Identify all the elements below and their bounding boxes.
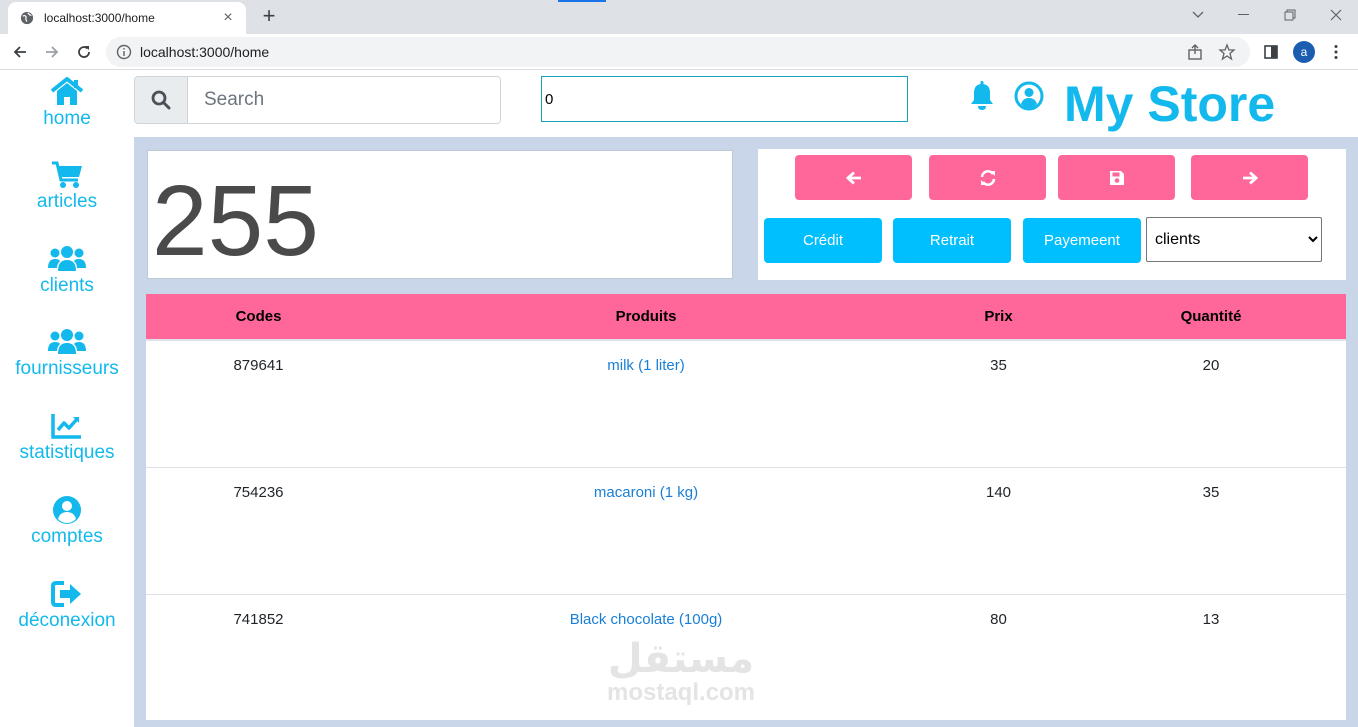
total-display: 255: [147, 150, 733, 279]
sidebar-label: clients: [40, 275, 94, 296]
forward-button[interactable]: [40, 40, 64, 64]
tabstrip-indicator: [558, 0, 606, 2]
sign-out-icon: [51, 581, 81, 607]
globe-icon: [20, 11, 34, 25]
user-circle-icon[interactable]: [1014, 81, 1044, 111]
bookmark-star-icon[interactable]: [1218, 43, 1236, 61]
reload-button[interactable]: [72, 40, 96, 64]
table-row[interactable]: 879641 milk (1 liter) 35 20: [146, 339, 1346, 467]
arrow-right-icon: [1242, 170, 1258, 185]
sidebar-item-clients[interactable]: clients: [0, 244, 134, 297]
payement-button[interactable]: Payemeent: [1023, 218, 1141, 263]
sidebar-label: home: [43, 108, 91, 129]
browser-tabstrip: localhost:3000/home × +: [0, 0, 1358, 34]
refresh-button[interactable]: [929, 155, 1046, 200]
back-button[interactable]: [8, 40, 32, 64]
arrow-left-icon: [845, 170, 861, 185]
next-button[interactable]: [1191, 155, 1308, 200]
browser-toolbar: localhost:3000/home a: [0, 34, 1358, 70]
sidebar-label: articles: [36, 191, 98, 212]
reload-icon: [78, 46, 90, 58]
retrait-button[interactable]: Retrait: [893, 218, 1011, 263]
search-input[interactable]: [188, 77, 500, 123]
cell-product-link[interactable]: Black chocolate (100g): [371, 593, 921, 720]
client-select[interactable]: clients: [1146, 217, 1322, 262]
info-icon[interactable]: [116, 44, 132, 60]
cell-quantity: 35: [1076, 466, 1346, 594]
arrow-forward-icon: [46, 46, 59, 58]
cell-product-link[interactable]: milk (1 liter): [371, 339, 921, 467]
products-table: Codes Produits Prix Quantité 879641 milk…: [146, 294, 1346, 720]
actions-panel: Crédit Retrait Payemeent clients: [758, 149, 1346, 280]
avatar: a: [1293, 41, 1315, 63]
sidebar-item-home[interactable]: home: [0, 77, 134, 130]
column-header-codes[interactable]: Codes: [146, 294, 371, 341]
users-icon: [48, 246, 86, 271]
save-button[interactable]: [1058, 155, 1175, 200]
sidebar-item-deconexion[interactable]: déconexion: [0, 579, 134, 632]
sidebar-item-comptes[interactable]: comptes: [0, 495, 134, 548]
sidebar-label: comptes: [31, 526, 103, 547]
chart-line-icon: [51, 414, 81, 439]
url-text: localhost:3000/home: [140, 44, 270, 60]
side-panel-button[interactable]: [1259, 40, 1283, 64]
share-icon[interactable]: [1186, 43, 1204, 61]
brand-title: My Store: [1064, 76, 1276, 132]
search-group: [134, 76, 501, 124]
cart-icon: [52, 161, 82, 188]
minimize-button[interactable]: [1221, 0, 1267, 30]
total-value: 255: [152, 165, 319, 277]
table-header-row: Codes Produits Prix Quantité: [146, 294, 1346, 341]
browser-menu-button[interactable]: [1324, 40, 1348, 64]
save-icon: [1109, 170, 1124, 185]
close-window-button[interactable]: [1313, 0, 1358, 30]
previous-button[interactable]: [795, 155, 912, 200]
users-icon: [48, 329, 86, 354]
cell-price: 140: [921, 466, 1076, 594]
side-panel-icon: [1264, 45, 1278, 59]
new-tab-button[interactable]: +: [258, 5, 280, 28]
tab-search-chevron-icon[interactable]: [1175, 0, 1221, 30]
sidebar-item-fournisseurs[interactable]: fournisseurs: [0, 327, 134, 380]
tab-close-icon[interactable]: ×: [220, 10, 236, 26]
credit-button[interactable]: Crédit: [764, 218, 882, 263]
profile-button[interactable]: a: [1292, 40, 1316, 64]
cell-code: 879641: [146, 339, 371, 467]
column-header-quantite[interactable]: Quantité: [1076, 294, 1346, 341]
app-header: My Store: [134, 71, 1358, 137]
sidebar-label: statistiques: [19, 442, 115, 463]
arrow-back-icon: [13, 46, 26, 58]
amount-input[interactable]: [541, 76, 908, 122]
column-header-produits[interactable]: Produits: [371, 294, 921, 341]
column-header-prix[interactable]: Prix: [921, 294, 1076, 341]
sidebar-label: déconexion: [18, 610, 116, 631]
refresh-icon: [980, 169, 995, 186]
cell-code: 754236: [146, 466, 371, 594]
sidebar-item-statistiques[interactable]: statistiques: [0, 411, 134, 464]
cell-quantity: 13: [1076, 593, 1346, 720]
user-circle-icon: [53, 496, 81, 524]
cell-code: 741852: [146, 593, 371, 720]
sidebar-item-articles[interactable]: articles: [0, 160, 134, 213]
search-icon: [151, 90, 171, 110]
sidebar: home articles clients fournisseurs stati…: [0, 71, 134, 727]
cell-product-link[interactable]: macaroni (1 kg): [371, 466, 921, 594]
browser-tab[interactable]: localhost:3000/home ×: [8, 2, 246, 34]
main-content: 255 Crédit Retrait Payemeent clients Cod…: [134, 137, 1358, 727]
search-button[interactable]: [135, 77, 188, 123]
bell-icon[interactable]: [968, 81, 996, 113]
cell-price: 35: [921, 339, 1076, 467]
table-row[interactable]: 741852 Black chocolate (100g) 80 13: [146, 593, 1346, 720]
table-row[interactable]: 754236 macaroni (1 kg) 140 35: [146, 466, 1346, 594]
cell-price: 80: [921, 593, 1076, 720]
tab-title: localhost:3000/home: [44, 11, 155, 25]
sidebar-label: fournisseurs: [15, 358, 119, 379]
home-icon: [50, 77, 84, 105]
cell-quantity: 20: [1076, 339, 1346, 467]
restore-button[interactable]: [1267, 0, 1313, 30]
kebab-menu-icon: [1334, 45, 1338, 59]
address-bar[interactable]: localhost:3000/home: [106, 37, 1250, 67]
